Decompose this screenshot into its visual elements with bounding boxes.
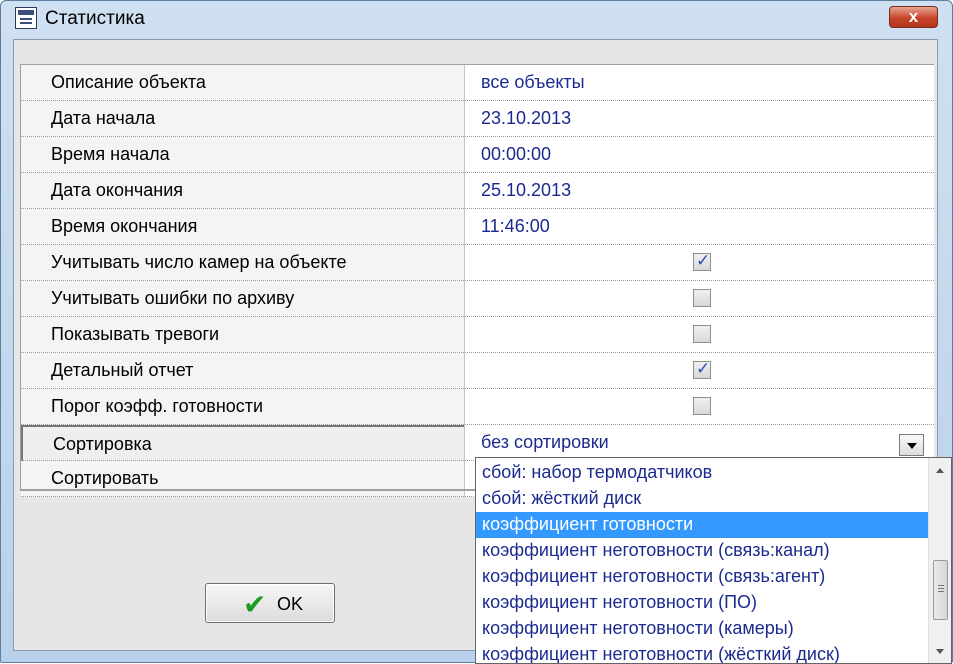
dropdown-option[interactable]: коэффициент неготовности (камеры) xyxy=(476,616,928,642)
property-label: Дата начала xyxy=(51,108,156,128)
checkbox[interactable] xyxy=(693,289,711,307)
property-grid: Описание объекта все объекты Дата начала… xyxy=(20,64,934,497)
scroll-down-arrow-icon[interactable] xyxy=(929,641,951,661)
scrollbar-thumb[interactable] xyxy=(933,560,948,620)
window-title: Статистика xyxy=(45,8,145,29)
scroll-up-arrow-icon[interactable] xyxy=(929,460,951,480)
property-label: Учитывать ошибки по архиву xyxy=(51,288,295,308)
window-app-icon xyxy=(15,7,37,29)
checkbox[interactable] xyxy=(693,251,711,271)
property-value[interactable]: 00:00:00 xyxy=(481,144,551,165)
title-bar[interactable]: Статистика x xyxy=(1,1,952,39)
dropdown-scrollbar[interactable] xyxy=(928,458,951,663)
property-label: Детальный отчет xyxy=(51,360,194,380)
property-label: Время начала xyxy=(51,144,170,164)
property-label: Сортировка xyxy=(53,434,152,454)
dropdown-option[interactable]: коэффициент неготовности (жёсткий диск) xyxy=(476,642,928,663)
property-row-show-alarms[interactable]: Показывать тревоги xyxy=(21,317,934,353)
property-row-readiness-threshold[interactable]: Порог коэфф. готовности xyxy=(21,389,934,425)
property-row-end-date[interactable]: Дата окончания 25.10.2013 xyxy=(21,173,934,209)
checkbox[interactable] xyxy=(693,359,711,379)
checkbox[interactable] xyxy=(693,397,711,415)
property-value[interactable]: 23.10.2013 xyxy=(481,108,571,129)
dropdown-option[interactable]: коэффициент неготовности (связь:канал) xyxy=(476,538,928,564)
dropdown-option[interactable]: сбой: набор термодатчиков xyxy=(476,460,928,486)
property-row-end-time[interactable]: Время окончания 11:46:00 xyxy=(21,209,934,245)
dropdown-option[interactable]: сбой: жёсткий диск xyxy=(476,486,928,512)
property-row-start-date[interactable]: Дата начала 23.10.2013 xyxy=(21,101,934,137)
property-value[interactable]: 25.10.2013 xyxy=(481,180,571,201)
checkmark-icon: ✔ xyxy=(243,589,267,620)
property-value[interactable]: 11:46:00 xyxy=(481,216,550,237)
ok-button[interactable]: ✔ OK xyxy=(205,583,335,623)
sorting-dropdown-list[interactable]: сбой: набор термодатчиков сбой: жёсткий … xyxy=(475,457,952,664)
property-row-detailed-report[interactable]: Детальный отчет xyxy=(21,353,934,389)
property-row-start-time[interactable]: Время начала 00:00:00 xyxy=(21,137,934,173)
dropdown-option[interactable]: коэффициент готовности xyxy=(476,512,928,538)
property-label: Сортировать xyxy=(51,468,159,488)
dropdown-option[interactable]: коэффициент неготовности (ПО) xyxy=(476,590,928,616)
property-row-sorting[interactable]: Сортировка без сортировки xyxy=(21,425,934,461)
property-label: Порог коэфф. готовности xyxy=(51,396,264,416)
combo-dropdown-arrow-icon[interactable] xyxy=(899,434,924,456)
property-label: Учитывать число камер на объекте xyxy=(51,252,347,272)
property-label: Описание объекта xyxy=(51,72,206,92)
close-button[interactable]: x xyxy=(889,6,938,28)
sorting-combo-value[interactable]: без сортировки xyxy=(481,432,609,453)
property-row-object-description[interactable]: Описание объекта все объекты xyxy=(21,65,934,101)
property-row-count-cameras[interactable]: Учитывать число камер на объекте xyxy=(21,245,934,281)
property-label: Время окончания xyxy=(51,216,198,236)
ok-button-label: OK xyxy=(277,594,304,614)
property-label: Дата окончания xyxy=(51,180,184,200)
checkbox[interactable] xyxy=(693,325,711,343)
property-row-archive-errors[interactable]: Учитывать ошибки по архиву xyxy=(21,281,934,317)
property-label: Показывать тревоги xyxy=(51,324,220,344)
dropdown-option[interactable]: коэффициент неготовности (связь:агент) xyxy=(476,564,928,590)
property-value[interactable]: все объекты xyxy=(481,72,585,93)
